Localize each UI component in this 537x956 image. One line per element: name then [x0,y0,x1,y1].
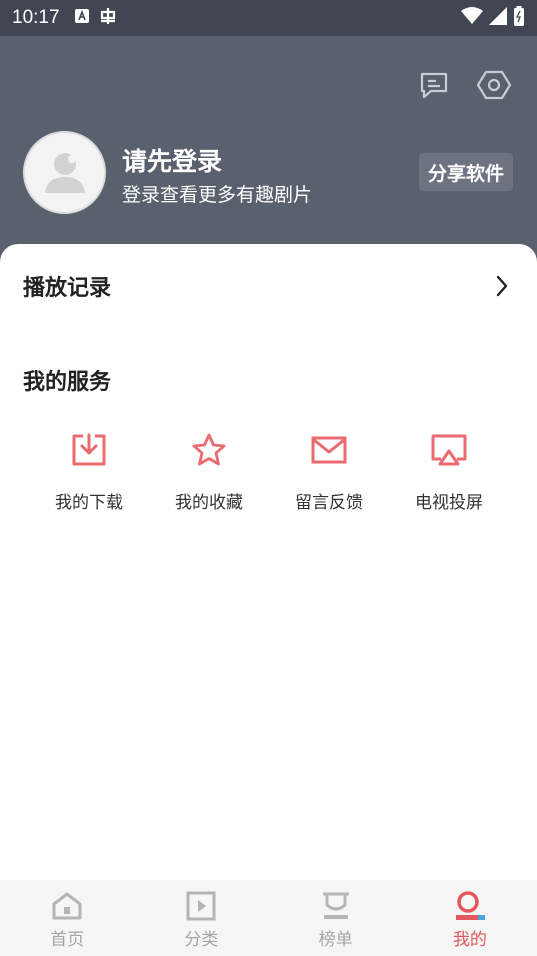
services-title: 我的服务 [23,370,112,395]
service-cast-label: 电视投屏 [415,493,483,513]
service-cast[interactable]: 电视投屏 [389,430,509,513]
settings-icon[interactable] [477,68,511,102]
bug-icon [98,6,118,30]
signal-icon [489,7,507,29]
login-subtitle: 登录查看更多有趣剧片 [122,184,313,206]
message-icon[interactable] [417,68,451,102]
home-icon [50,889,84,923]
chevron-right-icon [490,274,514,298]
avatar[interactable] [23,131,106,214]
tab-home[interactable]: 首页 [0,880,134,956]
service-favorites[interactable]: 我的收藏 [149,430,269,513]
category-icon [184,889,218,923]
services-grid: 我的下载 我的收藏 留言反馈 电视投屏 [0,430,537,513]
mail-icon [309,430,349,470]
status-bar: 10:17 [0,0,537,36]
tab-mine-label: 我的 [452,930,487,950]
battery-icon [513,6,525,30]
tab-category[interactable]: 分类 [134,880,268,956]
status-notification-icons [74,6,118,30]
header-actions [417,68,511,102]
cast-icon [429,430,469,470]
status-system-icons [461,6,525,30]
ranking-icon [319,889,353,923]
star-icon [189,430,229,470]
tab-ranking[interactable]: 榜单 [269,880,403,956]
user-placeholder-icon [41,147,89,199]
login-title[interactable]: 请先登录 [122,142,222,178]
download-icon [69,430,109,470]
notification-a-icon [74,8,90,28]
share-button[interactable]: 分享软件 [418,153,513,191]
service-favorites-label: 我的收藏 [175,493,243,513]
content-panel: 播放记录 我的服务 我的下载 我的收藏 留言反馈 电视投屏 [0,244,537,880]
playback-history-label: 播放记录 [23,276,112,301]
tab-mine[interactable]: 我的 [403,880,537,956]
profile-header: 请先登录 登录查看更多有趣剧片 分享软件 [0,36,537,266]
status-time: 10:17 [12,7,60,28]
wifi-icon [461,7,483,29]
service-feedback-label: 留言反馈 [295,493,363,513]
bottom-tabbar: 首页 分类 榜单 我的 [0,880,537,956]
service-download[interactable]: 我的下载 [29,430,149,513]
tab-ranking-label: 榜单 [318,930,353,950]
profile-icon [453,889,487,923]
playback-history-row[interactable]: 播放记录 [0,244,537,328]
tab-category-label: 分类 [184,930,219,950]
service-feedback[interactable]: 留言反馈 [269,430,389,513]
tab-home-label: 首页 [50,930,85,950]
service-download-label: 我的下载 [55,493,123,513]
